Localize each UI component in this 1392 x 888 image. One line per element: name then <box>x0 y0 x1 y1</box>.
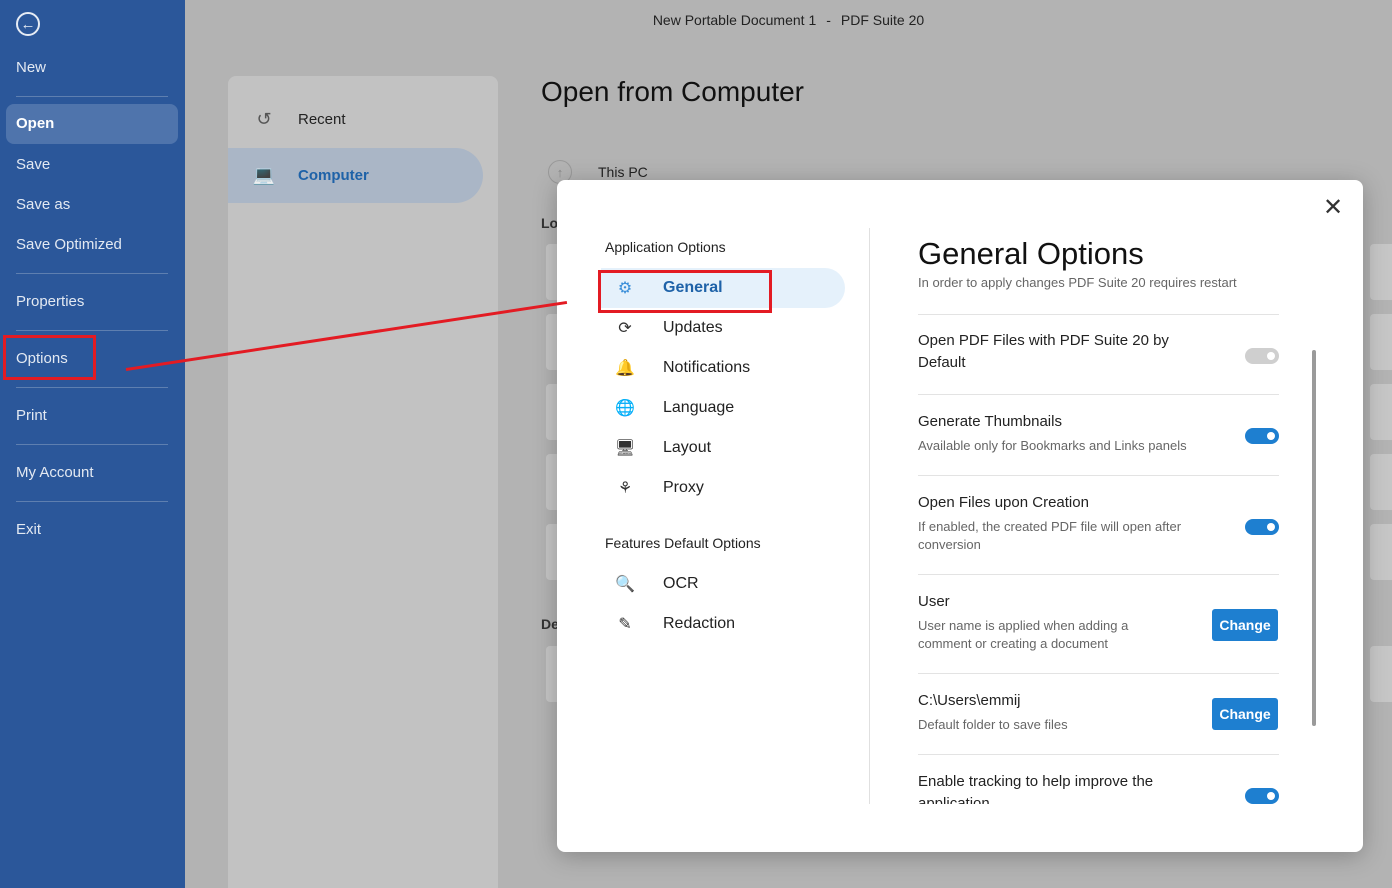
sidebar-item-my-account[interactable]: My Account <box>16 464 94 481</box>
dialog-divider <box>869 228 870 804</box>
option-label: Language <box>663 399 735 416</box>
option-label: Redaction <box>663 615 736 632</box>
sidebar-item-print[interactable]: Print <box>16 407 47 424</box>
sidebar-item-open[interactable]: Open <box>6 104 178 144</box>
window-title: New Portable Document 1- PDF Suite 20 <box>185 0 1392 40</box>
locations-panel: ↺ Recent 💻 Computer <box>228 76 498 888</box>
location-recent[interactable]: ↺ Recent <box>228 92 483 147</box>
option-notifications[interactable]: 🔔 Notifications <box>601 348 845 388</box>
setting-description: If enabled, the created PDF file will op… <box>918 519 1182 552</box>
group-label-application: Application Options <box>605 239 726 255</box>
setting-default-folder: C:\Users\emmij Default folder to save fi… <box>918 673 1279 754</box>
file-card[interactable] <box>1370 524 1392 580</box>
setting-open-on-creation: Open Files upon Creation If enabled, the… <box>918 475 1279 574</box>
sidebar-divider <box>16 444 168 445</box>
sidebar-item-save[interactable]: Save <box>16 156 50 173</box>
sidebar-divider <box>16 273 168 274</box>
option-redaction[interactable]: ✎ Redaction <box>601 604 845 644</box>
option-proxy[interactable]: ⚘ Proxy <box>601 468 845 508</box>
sidebar-item-save-as[interactable]: Save as <box>16 196 70 213</box>
document-name: New Portable Document 1 <box>652 12 817 28</box>
settings-list[interactable]: Open PDF Files with PDF Suite 20 by Defa… <box>918 314 1279 804</box>
setting-description: User name is applied when adding a comme… <box>918 618 1129 651</box>
sidebar-divider <box>16 330 168 331</box>
open-on-creation-toggle[interactable] <box>1245 519 1279 535</box>
change-user-button[interactable]: Change <box>1212 609 1278 641</box>
option-label: Proxy <box>663 479 704 496</box>
file-card[interactable] <box>1370 384 1392 440</box>
default-app-toggle[interactable] <box>1245 348 1279 364</box>
section-heading: Lo <box>541 215 559 231</box>
setting-description: Default folder to save files <box>918 717 1068 732</box>
location-label: Computer <box>298 167 369 184</box>
app-name: PDF Suite 20 <box>840 12 925 28</box>
network-icon: ⚘ <box>617 480 633 497</box>
location-computer[interactable]: 💻 Computer <box>228 148 483 203</box>
setting-description: Available only for Bookmarks and Links p… <box>918 438 1187 453</box>
highlight-general-box <box>598 270 772 313</box>
ocr-search-icon: 🔍 <box>615 576 635 593</box>
option-language[interactable]: 🌐 Language <box>601 388 845 428</box>
options-subtitle: In order to apply changes PDF Suite 20 r… <box>918 275 1237 290</box>
settings-scrollbar[interactable] <box>1312 350 1316 726</box>
sidebar-item-properties[interactable]: Properties <box>16 293 84 310</box>
setting-title: Enable tracking to help improve the appl… <box>918 773 1154 804</box>
setting-thumbnails: Generate Thumbnails Available only for B… <box>918 394 1279 475</box>
laptop-icon: 💻 <box>252 165 276 185</box>
backstage-sidebar: ← New Open Save Save as Save Optimized P… <box>0 0 185 888</box>
sidebar-divider <box>16 387 168 388</box>
this-pc-label: This PC <box>598 164 648 180</box>
back-arrow-icon[interactable]: ← <box>16 12 40 36</box>
option-layout[interactable]: 🖥 Layout <box>601 428 845 468</box>
highlight-options-box <box>3 335 96 380</box>
setting-title: Generate Thumbnails <box>918 413 1062 430</box>
setting-tracking: Enable tracking to help improve the appl… <box>918 754 1279 804</box>
file-card[interactable] <box>1370 314 1392 370</box>
monitor-icon: 🖥 <box>614 440 636 457</box>
option-label: Layout <box>663 439 712 456</box>
sidebar-item-save-optimized[interactable]: Save Optimized <box>16 236 122 253</box>
option-updates[interactable]: ⟳ Updates <box>601 308 845 348</box>
refresh-icon: ⟳ <box>618 320 632 337</box>
page-title: Open from Computer <box>541 76 804 107</box>
option-label: OCR <box>663 575 699 592</box>
sidebar-item-exit[interactable]: Exit <box>16 521 41 538</box>
translate-icon: 🌐 <box>615 400 635 417</box>
history-icon: ↺ <box>256 109 272 129</box>
change-folder-button[interactable]: Change <box>1212 698 1278 730</box>
option-label: Updates <box>663 319 723 336</box>
sidebar-item-new[interactable]: New <box>16 59 46 76</box>
option-label: Notifications <box>663 359 751 376</box>
close-icon[interactable]: ✕ <box>1321 196 1345 220</box>
file-card[interactable] <box>1370 244 1392 300</box>
setting-title: User <box>918 593 950 610</box>
setting-title: Open Files upon Creation <box>918 494 1089 511</box>
sidebar-divider <box>16 501 168 502</box>
setting-title: Open PDF Files with PDF Suite 20 by Defa… <box>918 332 1169 371</box>
group-label-features: Features Default Options <box>605 535 761 551</box>
title-separator: - <box>826 12 831 28</box>
bell-icon: 🔔 <box>615 360 635 377</box>
location-label: Recent <box>298 111 346 128</box>
options-title: General Options <box>918 236 1144 271</box>
redaction-icon: ✎ <box>618 616 632 633</box>
option-ocr[interactable]: 🔍 OCR <box>601 564 845 604</box>
tracking-toggle[interactable] <box>1245 788 1279 804</box>
sidebar-divider <box>16 96 168 97</box>
setting-default-app: Open PDF Files with PDF Suite 20 by Defa… <box>918 314 1279 394</box>
setting-title: C:\Users\emmij <box>918 692 1021 709</box>
thumbnails-toggle[interactable] <box>1245 428 1279 444</box>
file-card[interactable] <box>1370 454 1392 510</box>
file-card[interactable] <box>1370 646 1392 702</box>
setting-user: User User name is applied when adding a … <box>918 574 1279 673</box>
